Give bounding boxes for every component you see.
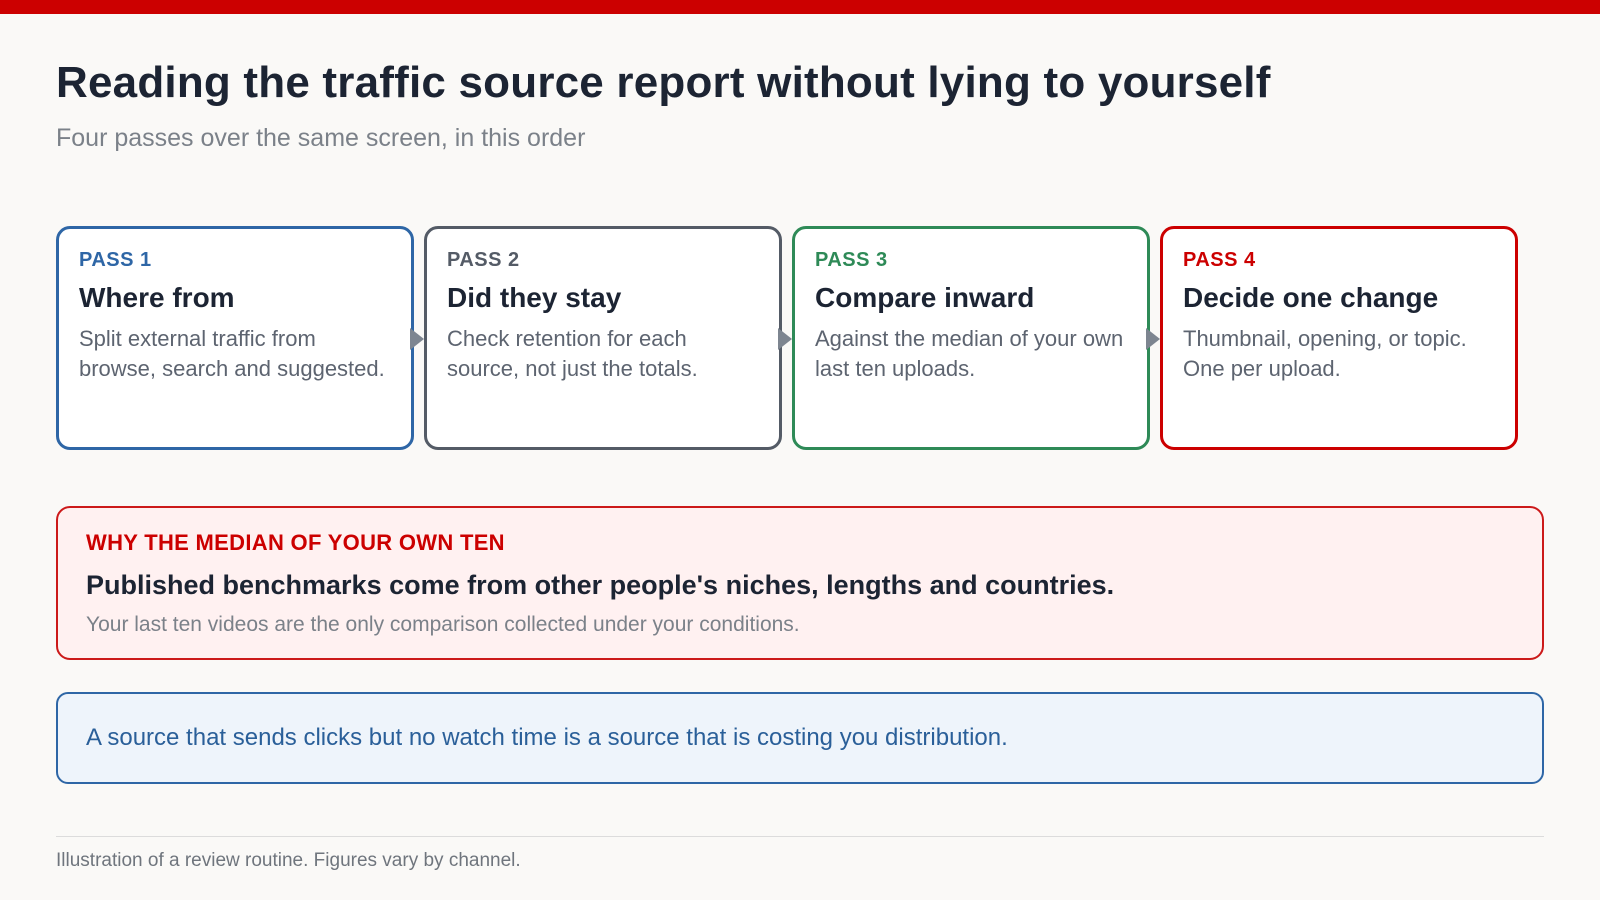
callout-body: Your last ten videos are the only compar… <box>86 613 800 636</box>
median-callout: WHY THE MEDIAN OF YOUR OWN TEN Published… <box>56 506 1544 660</box>
pass-label: PASS 3 <box>815 249 888 271</box>
page-title: Reading the traffic source report withou… <box>56 58 1271 107</box>
page-subtitle: Four passes over the same screen, in thi… <box>56 124 586 152</box>
arrow-right-icon <box>1146 328 1160 350</box>
pass-label: PASS 1 <box>79 249 152 271</box>
footer-divider <box>56 836 1544 837</box>
callout-label: WHY THE MEDIAN OF YOUR OWN TEN <box>86 530 505 555</box>
pass-title: Decide one change <box>1183 282 1439 313</box>
pass-card-4: PASS 4 Decide one change Thumbnail, open… <box>1160 226 1518 450</box>
pass-sequence: PASS 1 Where from Split external traffic… <box>56 226 1544 450</box>
top-accent-bar <box>0 0 1600 14</box>
pass-title: Where from <box>79 282 235 313</box>
pass-description: Split external traffic from browse, sear… <box>79 326 385 381</box>
note-text: A source that sends clicks but no watch … <box>86 724 1008 751</box>
pass-label: PASS 2 <box>447 249 520 271</box>
pass-card-3: PASS 3 Compare inward Against the median… <box>792 226 1150 450</box>
pass-card-1: PASS 1 Where from Split external traffic… <box>56 226 414 450</box>
pass-description: Check retention for each source, not jus… <box>447 326 698 381</box>
pass-title: Did they stay <box>447 282 622 313</box>
pass-description: Thumbnail, opening, or topic. One per up… <box>1183 326 1467 381</box>
footer-caption: Illustration of a review routine. Figure… <box>56 850 521 871</box>
arrow-right-icon <box>778 328 792 350</box>
arrow-right-icon <box>410 328 424 350</box>
pass-label: PASS 4 <box>1183 249 1256 271</box>
pass-title: Compare inward <box>815 282 1035 313</box>
pass-description: Against the median of your own last ten … <box>815 326 1124 381</box>
callout-headline: Published benchmarks come from other peo… <box>86 570 1115 600</box>
pass-card-2: PASS 2 Did they stay Check retention for… <box>424 226 782 450</box>
distribution-note: A source that sends clicks but no watch … <box>56 692 1544 784</box>
